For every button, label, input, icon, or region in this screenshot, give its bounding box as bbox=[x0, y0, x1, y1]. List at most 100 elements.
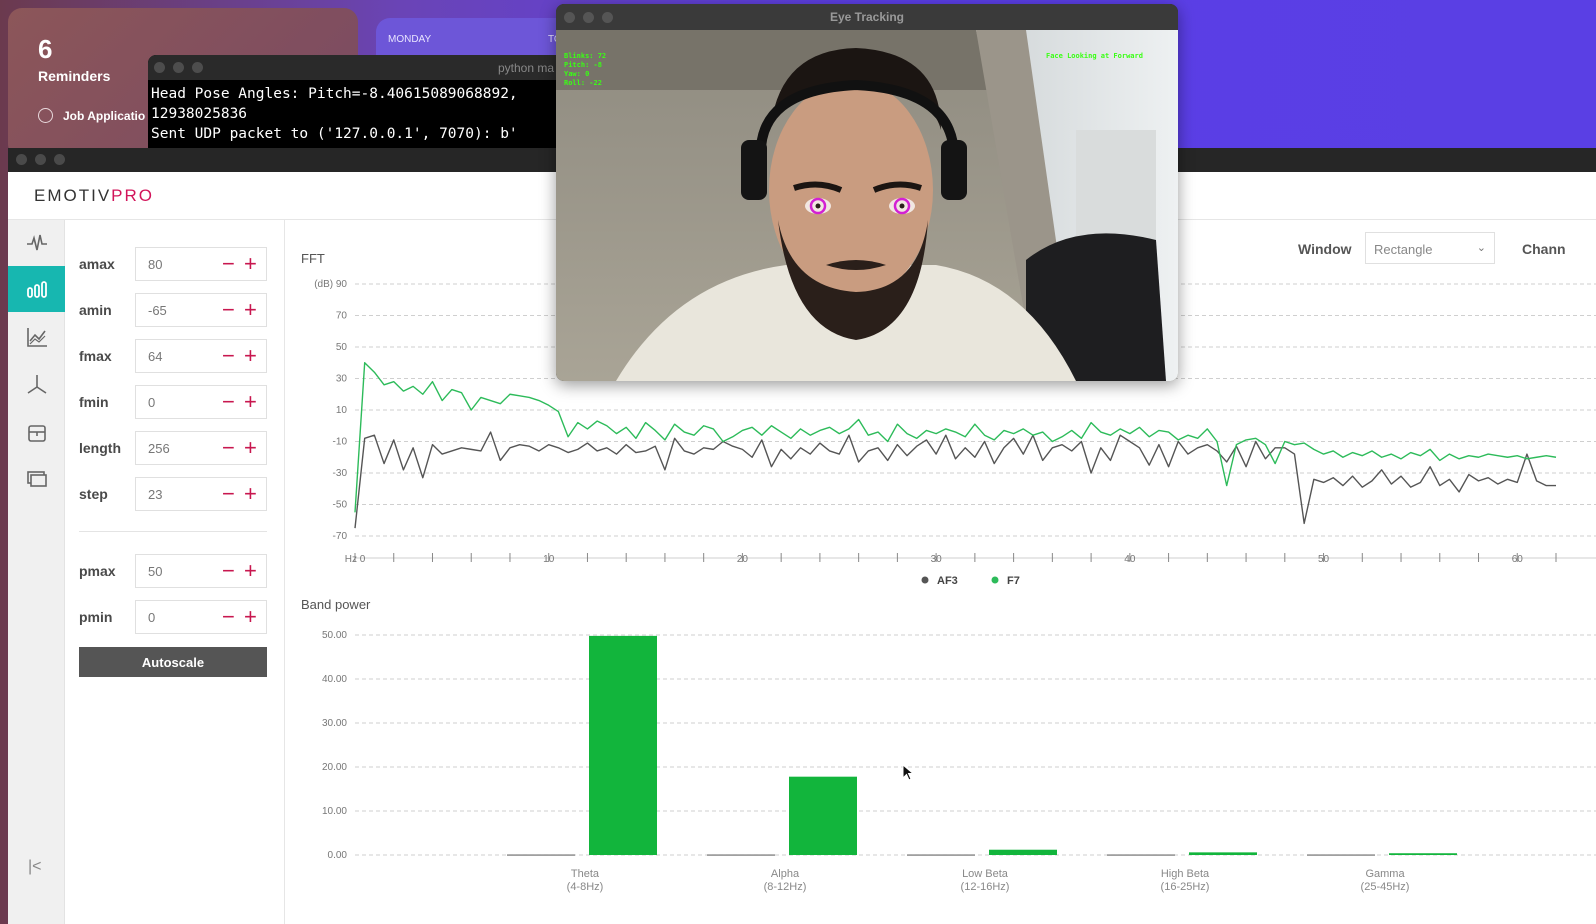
band-y-tick-label: 10.00 bbox=[322, 806, 347, 817]
fft-x-tick-label: 50 bbox=[1318, 554, 1330, 565]
increment-button[interactable]: + bbox=[244, 604, 257, 630]
increment-button[interactable]: + bbox=[244, 251, 257, 277]
zoom-window-button[interactable] bbox=[54, 154, 65, 165]
fmax-stepper[interactable]: 64 − + bbox=[135, 339, 267, 373]
checkbox-circle-icon[interactable] bbox=[38, 108, 53, 123]
terminal-titlebar[interactable]: python ma bbox=[148, 55, 568, 80]
terminal-line: 12938025836 bbox=[151, 106, 248, 122]
param-value[interactable]: 80 bbox=[148, 257, 162, 272]
fft-y-tick-label: 50 bbox=[336, 342, 348, 353]
band-y-tick-label: 0.00 bbox=[328, 850, 348, 861]
param-value[interactable]: -65 bbox=[148, 303, 167, 318]
legend-marker-af3 bbox=[921, 576, 929, 584]
close-window-button[interactable] bbox=[154, 62, 165, 73]
sidebar-item-markers[interactable] bbox=[8, 410, 65, 456]
fft-y-tick-label: -50 bbox=[333, 500, 348, 511]
window-select[interactable]: Rectangle ⌄ bbox=[1365, 232, 1495, 264]
monitor-icon bbox=[26, 471, 47, 487]
sidebar-item-raw-eeg[interactable] bbox=[8, 220, 65, 266]
window-select-value: Rectangle bbox=[1374, 242, 1433, 257]
minimize-window-button[interactable] bbox=[35, 154, 46, 165]
fft-settings-panel: amax 80 − + amin -65 − + fmax 64 − + fmi… bbox=[65, 220, 285, 924]
reminder-item[interactable]: Job Applicatio bbox=[38, 108, 145, 123]
decrement-button[interactable]: − bbox=[222, 604, 235, 630]
pmin-stepper[interactable]: 0 − + bbox=[135, 600, 267, 634]
band-category-label: Gamma bbox=[1365, 868, 1405, 880]
line-chart-icon bbox=[26, 328, 47, 347]
param-label: amin bbox=[79, 302, 112, 318]
amax-stepper[interactable]: 80 − + bbox=[135, 247, 267, 281]
legend-marker-f7 bbox=[991, 576, 999, 584]
step-stepper[interactable]: 23 − + bbox=[135, 477, 267, 511]
archive-box-icon bbox=[27, 425, 46, 442]
zoom-window-button[interactable] bbox=[192, 62, 203, 73]
autoscale-button[interactable]: Autoscale bbox=[79, 647, 267, 677]
increment-button[interactable]: + bbox=[244, 481, 257, 507]
eye-tracking-titlebar[interactable]: Eye Tracking bbox=[556, 4, 1178, 30]
param-value[interactable]: 64 bbox=[148, 349, 162, 364]
fmin-stepper[interactable]: 0 − + bbox=[135, 385, 267, 419]
param-value[interactable]: 0 bbox=[148, 610, 155, 625]
divider bbox=[79, 531, 267, 532]
band-category-range: (12-16Hz) bbox=[961, 881, 1010, 893]
increment-button[interactable]: + bbox=[244, 435, 257, 461]
band-category-label: High Beta bbox=[1161, 868, 1210, 880]
band-y-tick-label: 50.00 bbox=[322, 630, 347, 641]
terminal-window[interactable]: python ma Head Pose Angles: Pitch=-8.406… bbox=[148, 55, 568, 155]
param-label: amax bbox=[79, 256, 115, 272]
band-y-tick-label: 40.00 bbox=[322, 674, 347, 685]
channel-label: Chann bbox=[1522, 241, 1566, 257]
param-value[interactable]: 0 bbox=[148, 395, 155, 410]
fft-y-tick-label: -30 bbox=[333, 468, 348, 479]
decrement-button[interactable]: − bbox=[222, 343, 235, 369]
band-category-range: (4-8Hz) bbox=[567, 881, 604, 893]
amin-stepper[interactable]: -65 − + bbox=[135, 293, 267, 327]
param-pmax: pmax 50 − + bbox=[65, 554, 285, 588]
sidebar-item-performance[interactable] bbox=[8, 314, 65, 360]
fft-y-tick-label: (dB) 90 bbox=[314, 279, 347, 290]
param-amin: amin -65 − + bbox=[65, 293, 285, 327]
calendar-day-monday: MONDAY bbox=[388, 34, 432, 45]
decrement-button[interactable]: − bbox=[222, 435, 235, 461]
roll-readout: Roll: -22 bbox=[564, 79, 602, 87]
terminal-line: Head Pose Angles: Pitch=-8.4061508906889… bbox=[151, 86, 518, 102]
reminders-count: 6 bbox=[38, 34, 53, 64]
param-value[interactable]: 23 bbox=[148, 487, 162, 502]
band-category-range: (8-12Hz) bbox=[764, 881, 807, 893]
decrement-button[interactable]: − bbox=[222, 389, 235, 415]
close-window-button[interactable] bbox=[16, 154, 27, 165]
axes-icon bbox=[27, 375, 46, 394]
param-label: pmax bbox=[79, 563, 116, 579]
decrement-button[interactable]: − bbox=[222, 297, 235, 323]
fft-x-tick-label: Hz 0 bbox=[345, 554, 366, 565]
param-value[interactable]: 50 bbox=[148, 564, 162, 579]
sidebar-item-motion[interactable] bbox=[8, 362, 65, 408]
legend-label-f7: F7 bbox=[1007, 575, 1020, 587]
pmax-stepper[interactable]: 50 − + bbox=[135, 554, 267, 588]
sidebar-item-fft[interactable] bbox=[8, 266, 65, 312]
increment-button[interactable]: + bbox=[244, 558, 257, 584]
tracking-metrics-overlay: Blinks: 72 Pitch: -8 Yaw: 0 Roll: -22 bbox=[564, 52, 606, 88]
minimize-window-button[interactable] bbox=[173, 62, 184, 73]
band-bar-af3-gamma bbox=[1307, 854, 1375, 856]
eye-tracking-window[interactable]: Eye Tracking Blinks: 72 Pitch: -8 Yaw: 0… bbox=[556, 4, 1178, 381]
increment-button[interactable]: + bbox=[244, 343, 257, 369]
decrement-button[interactable]: − bbox=[222, 558, 235, 584]
bar-chart-icon bbox=[26, 281, 47, 298]
decrement-button[interactable]: − bbox=[222, 251, 235, 277]
decrement-button[interactable]: − bbox=[222, 481, 235, 507]
band-y-tick-label: 20.00 bbox=[322, 762, 347, 773]
increment-button[interactable]: + bbox=[244, 389, 257, 415]
param-value[interactable]: 256 bbox=[148, 441, 170, 456]
increment-button[interactable]: + bbox=[244, 297, 257, 323]
param-step: step 23 − + bbox=[65, 477, 285, 511]
band-bar-af3-high-beta bbox=[1107, 854, 1175, 856]
fft-x-tick-label: 10 bbox=[543, 554, 555, 565]
emotivpro-logo: EMOTIVPRO bbox=[34, 186, 154, 206]
collapse-sidebar-icon[interactable]: |< bbox=[28, 858, 42, 876]
length-stepper[interactable]: 256 − + bbox=[135, 431, 267, 465]
fft-x-tick-label: 40 bbox=[1124, 554, 1136, 565]
fft-x-tick-label: 60 bbox=[1512, 554, 1524, 565]
fft-y-tick-label: 10 bbox=[336, 405, 348, 416]
sidebar-item-devices[interactable] bbox=[8, 456, 65, 502]
